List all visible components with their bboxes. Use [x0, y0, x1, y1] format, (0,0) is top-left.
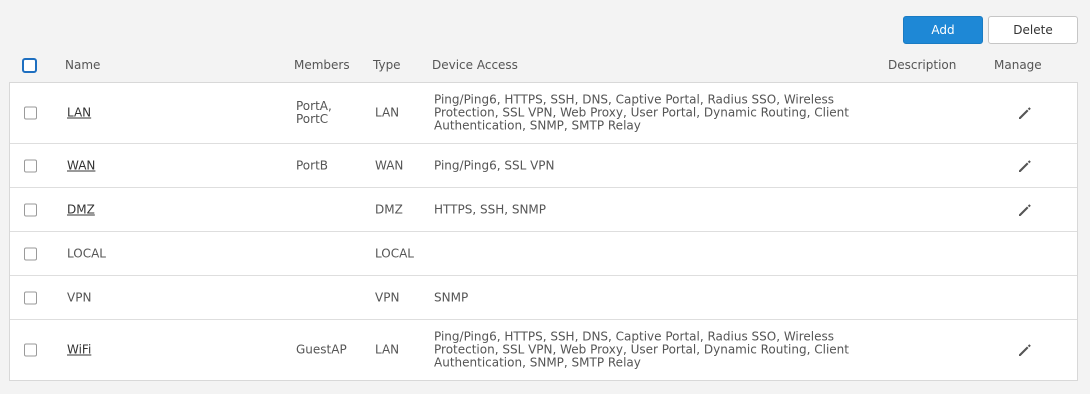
zone-members: PortB — [296, 158, 329, 172]
zones-table: LAN PortA, PortC LAN Ping/Ping6, HTTPS, … — [9, 82, 1078, 381]
zone-type: LAN — [375, 105, 400, 120]
column-header-type[interactable]: Type — [373, 58, 401, 72]
row-checkbox[interactable] — [24, 247, 37, 260]
select-all-checkbox[interactable] — [22, 58, 37, 73]
zone-name: LOCAL — [67, 246, 106, 260]
zone-type: WAN — [375, 158, 404, 172]
zone-type: VPN — [375, 290, 400, 304]
table-row: LOCAL LOCAL — [10, 231, 1077, 275]
column-header-description[interactable]: Description — [888, 58, 956, 72]
zone-type: DMZ — [375, 202, 403, 216]
zone-type: LAN — [375, 342, 400, 357]
zone-name-link[interactable]: WAN — [67, 159, 95, 172]
pencil-icon[interactable] — [1017, 158, 1033, 174]
pencil-icon[interactable] — [1017, 342, 1033, 358]
zone-members: GuestAP — [296, 342, 347, 357]
delete-button[interactable]: Delete — [988, 16, 1078, 44]
zone-device-access: HTTPS, SSH, SNMP — [434, 202, 547, 216]
toolbar: Add Delete — [903, 16, 1078, 44]
pencil-icon[interactable] — [1017, 202, 1033, 218]
row-checkbox[interactable] — [24, 291, 37, 304]
row-checkbox[interactable] — [24, 203, 37, 216]
zone-members: PortA, PortC — [296, 99, 332, 126]
zone-name-link[interactable]: LAN — [67, 106, 91, 120]
column-header-manage: Manage — [994, 58, 1042, 72]
column-header-device-access[interactable]: Device Access — [432, 58, 518, 72]
table-header: Name Members Type Device Access Descript… — [9, 52, 1078, 82]
zone-device-access: Ping/Ping6, HTTPS, SSH, DNS, Captive Por… — [434, 92, 849, 133]
zone-device-access: Ping/Ping6, SSL VPN — [434, 158, 555, 172]
column-header-name[interactable]: Name — [65, 58, 100, 72]
table-row: WAN PortB WAN Ping/Ping6, SSL VPN — [10, 143, 1077, 187]
zone-name-link[interactable]: DMZ — [67, 203, 95, 216]
table-row: LAN PortA, PortC LAN Ping/Ping6, HTTPS, … — [10, 83, 1077, 143]
pencil-icon[interactable] — [1017, 105, 1033, 121]
zone-device-access: Ping/Ping6, HTTPS, SSH, DNS, Captive Por… — [434, 329, 849, 370]
zone-type: LOCAL — [375, 246, 414, 260]
zone-device-access: SNMP — [434, 290, 469, 304]
row-checkbox[interactable] — [24, 343, 37, 357]
row-checkbox[interactable] — [24, 106, 37, 120]
add-button[interactable]: Add — [903, 16, 983, 44]
row-checkbox[interactable] — [24, 159, 37, 172]
table-row: DMZ DMZ HTTPS, SSH, SNMP — [10, 187, 1077, 231]
column-header-members[interactable]: Members — [294, 58, 350, 72]
table-row: VPN VPN SNMP — [10, 275, 1077, 319]
zone-name-link[interactable]: WiFi — [67, 343, 91, 357]
table-row: WiFi GuestAP LAN Ping/Ping6, HTTPS, SSH,… — [10, 319, 1077, 380]
zone-name: VPN — [67, 290, 92, 304]
